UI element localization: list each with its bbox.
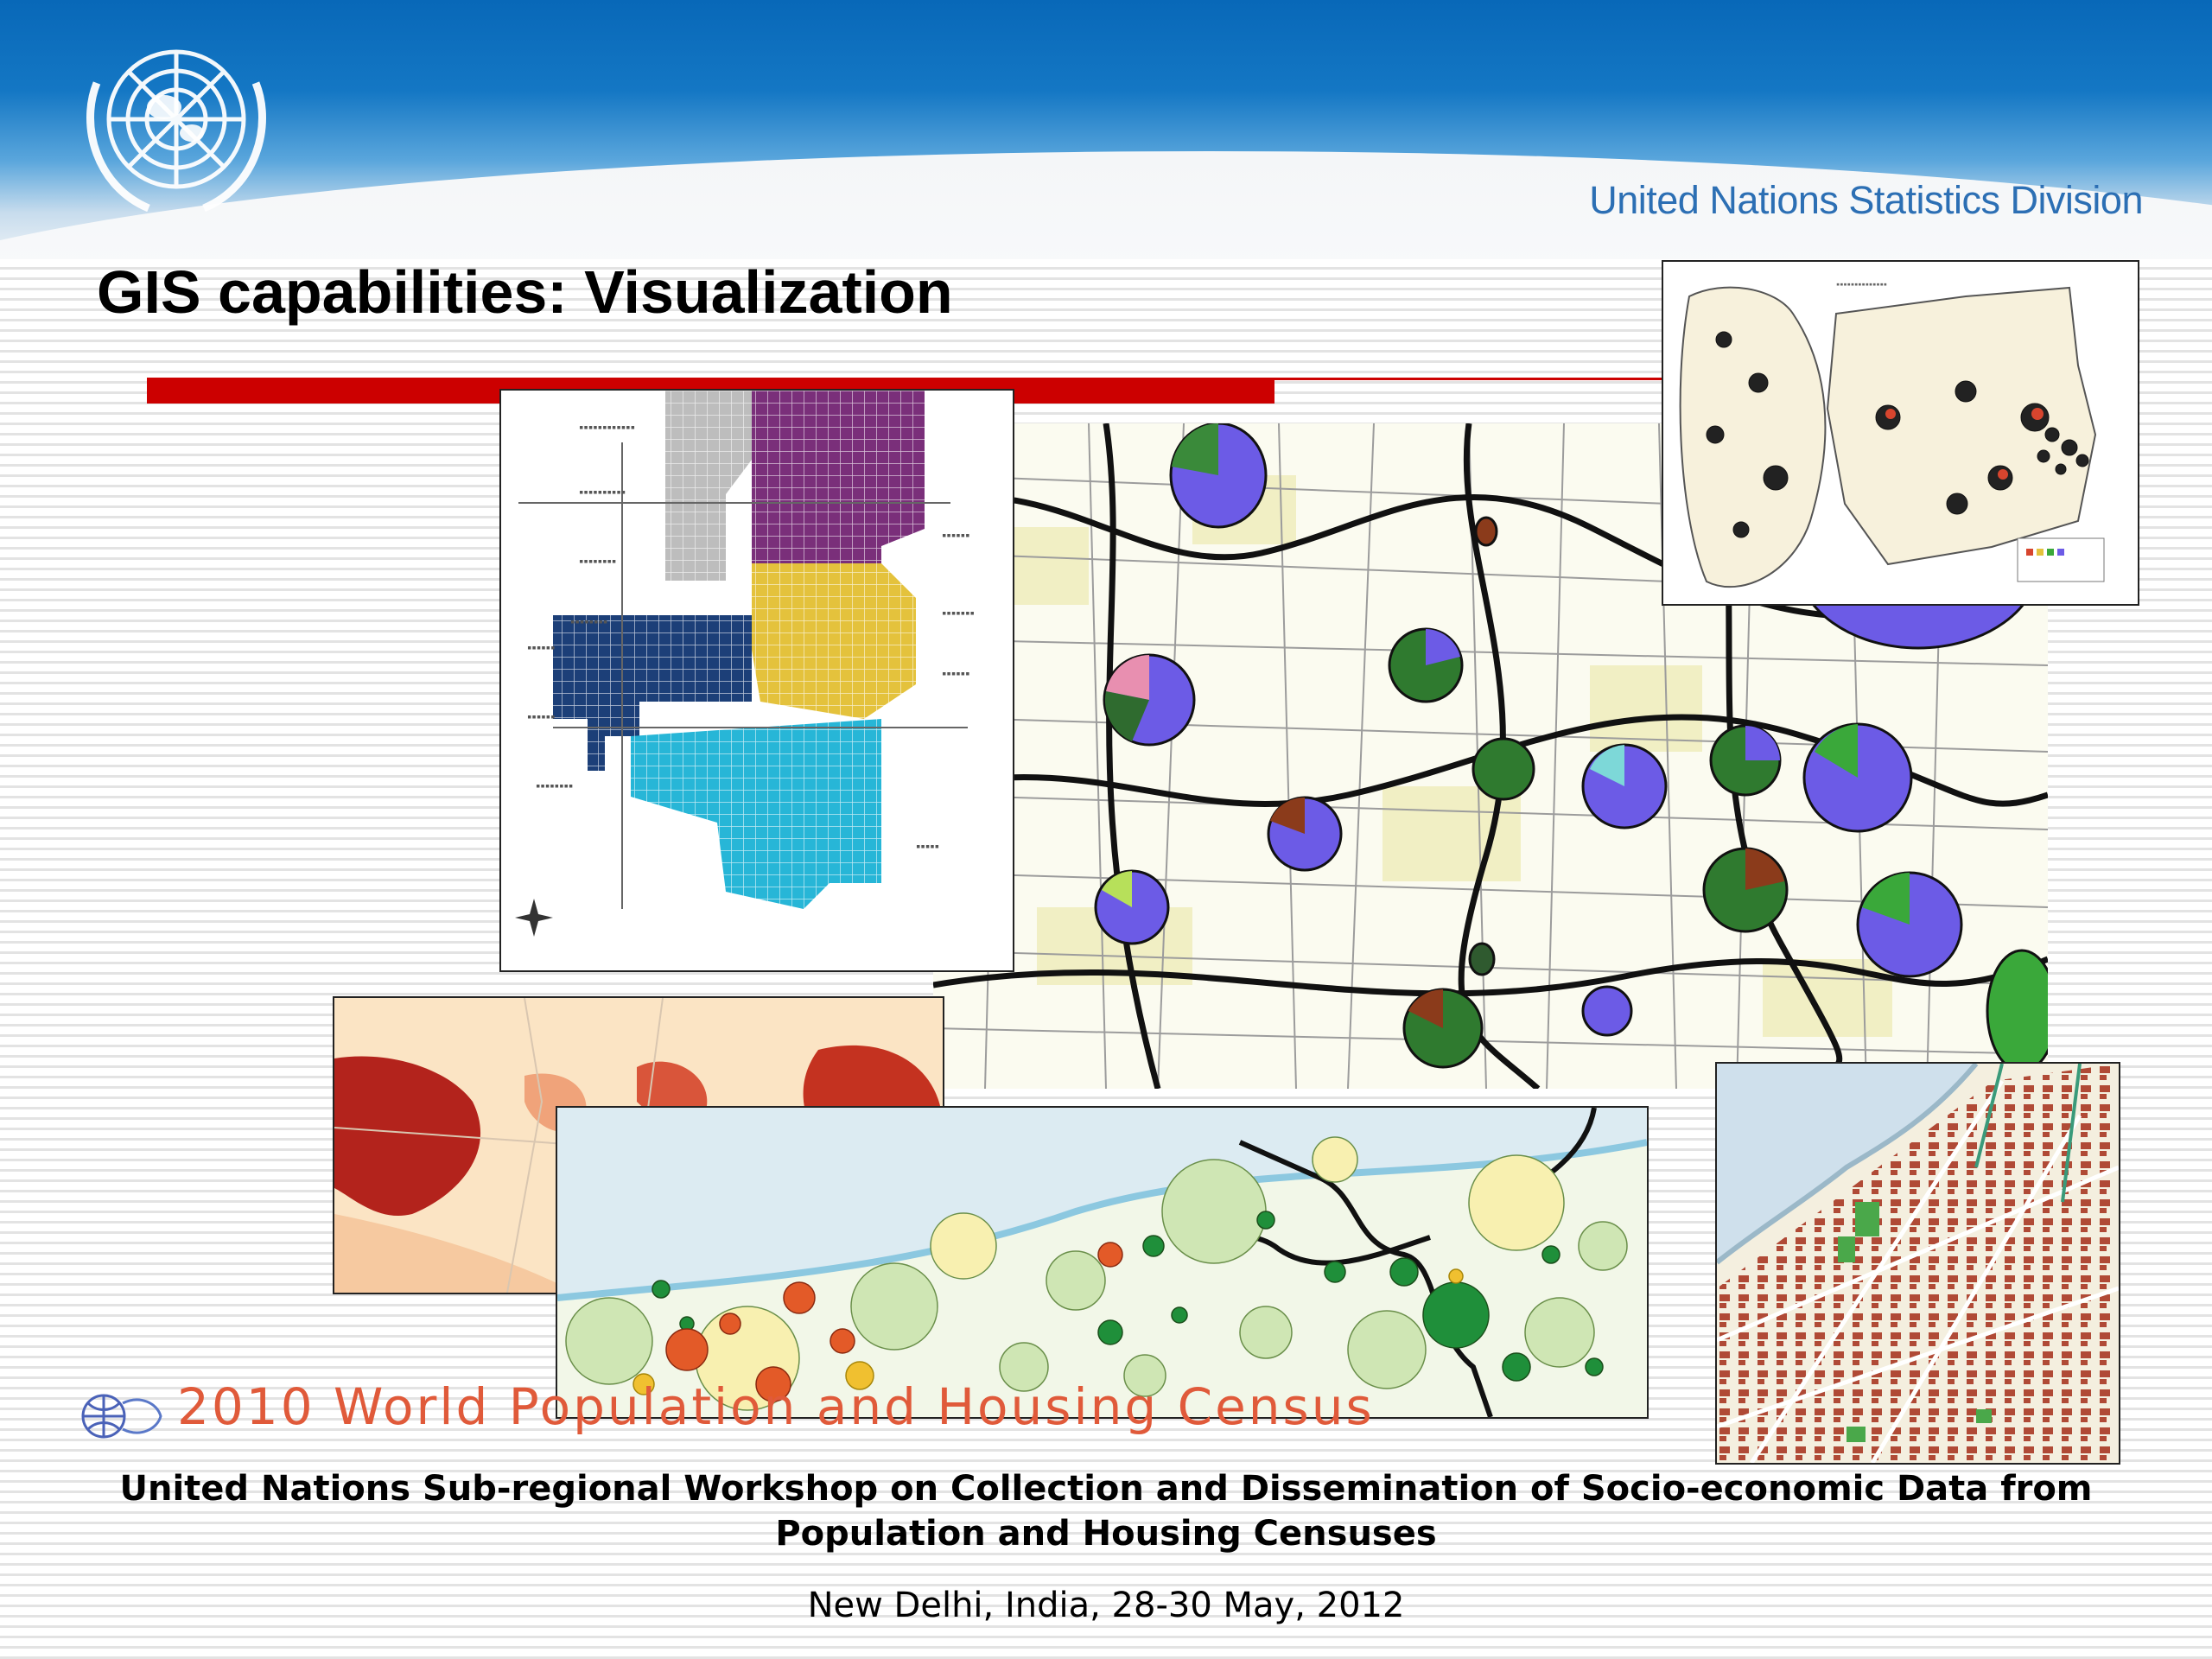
svg-text:▪▪▪▪▪▪: ▪▪▪▪▪▪ [942,531,970,540]
colored-district-grid-map: ▪▪▪▪▪▪▪▪▪▪▪▪ ▪▪▪▪▪▪▪▪▪▪ ▪▪▪▪▪▪▪▪ ▪▪▪▪▪▪▪… [499,389,1014,972]
svg-text:▪▪▪▪▪▪▪▪▪▪▪▪▪▪: ▪▪▪▪▪▪▪▪▪▪▪▪▪▪ [1836,281,1887,288]
svg-text:▪▪▪▪▪: ▪▪▪▪▪ [916,842,939,851]
un-emblem-icon [86,49,266,213]
title-rule-thin [1274,378,1663,380]
census-banner: 2010 World Population and Housing Census [177,1377,1375,1436]
small-country-pie-map: ▪▪▪▪▪▪▪▪▪▪▪▪▪▪ [1662,260,2139,606]
svg-text:▪▪▪▪▪▪▪▪: ▪▪▪▪▪▪▪▪ [536,782,573,791]
svg-text:▪▪▪▪▪▪▪▪▪▪▪▪: ▪▪▪▪▪▪▪▪▪▪▪▪ [579,423,635,432]
census-logo-icon [81,1394,162,1439]
svg-text:▪▪▪▪▪▪: ▪▪▪▪▪▪ [527,644,556,652]
building-footprint-map [1715,1062,2120,1465]
svg-text:▪▪▪▪▪▪: ▪▪▪▪▪▪ [942,670,970,678]
organization-name: United Nations Statistics Division [1589,178,2143,222]
proportional-circle-map [556,1106,1649,1419]
slide-title: GIS capabilities: Visualization [97,258,953,326]
svg-text:▪▪▪▪▪▪: ▪▪▪▪▪▪ [527,713,556,721]
svg-text:▪▪▪▪▪▪▪: ▪▪▪▪▪▪▪ [942,609,975,618]
workshop-title-line-1: United Nations Sub-regional Workshop on … [119,1469,2093,1509]
place-and-date: New Delhi, India, 28-30 May, 2012 [807,1586,1405,1625]
svg-text:▪▪▪▪▪▪▪▪: ▪▪▪▪▪▪▪▪ [579,557,616,566]
svg-text:▪▪▪▪▪▪▪▪▪▪: ▪▪▪▪▪▪▪▪▪▪ [579,488,626,497]
workshop-title-line-2: Population and Housing Censuses [775,1514,1437,1554]
svg-text:▪▪▪▪▪▪▪▪: ▪▪▪▪▪▪▪▪ [570,618,607,626]
